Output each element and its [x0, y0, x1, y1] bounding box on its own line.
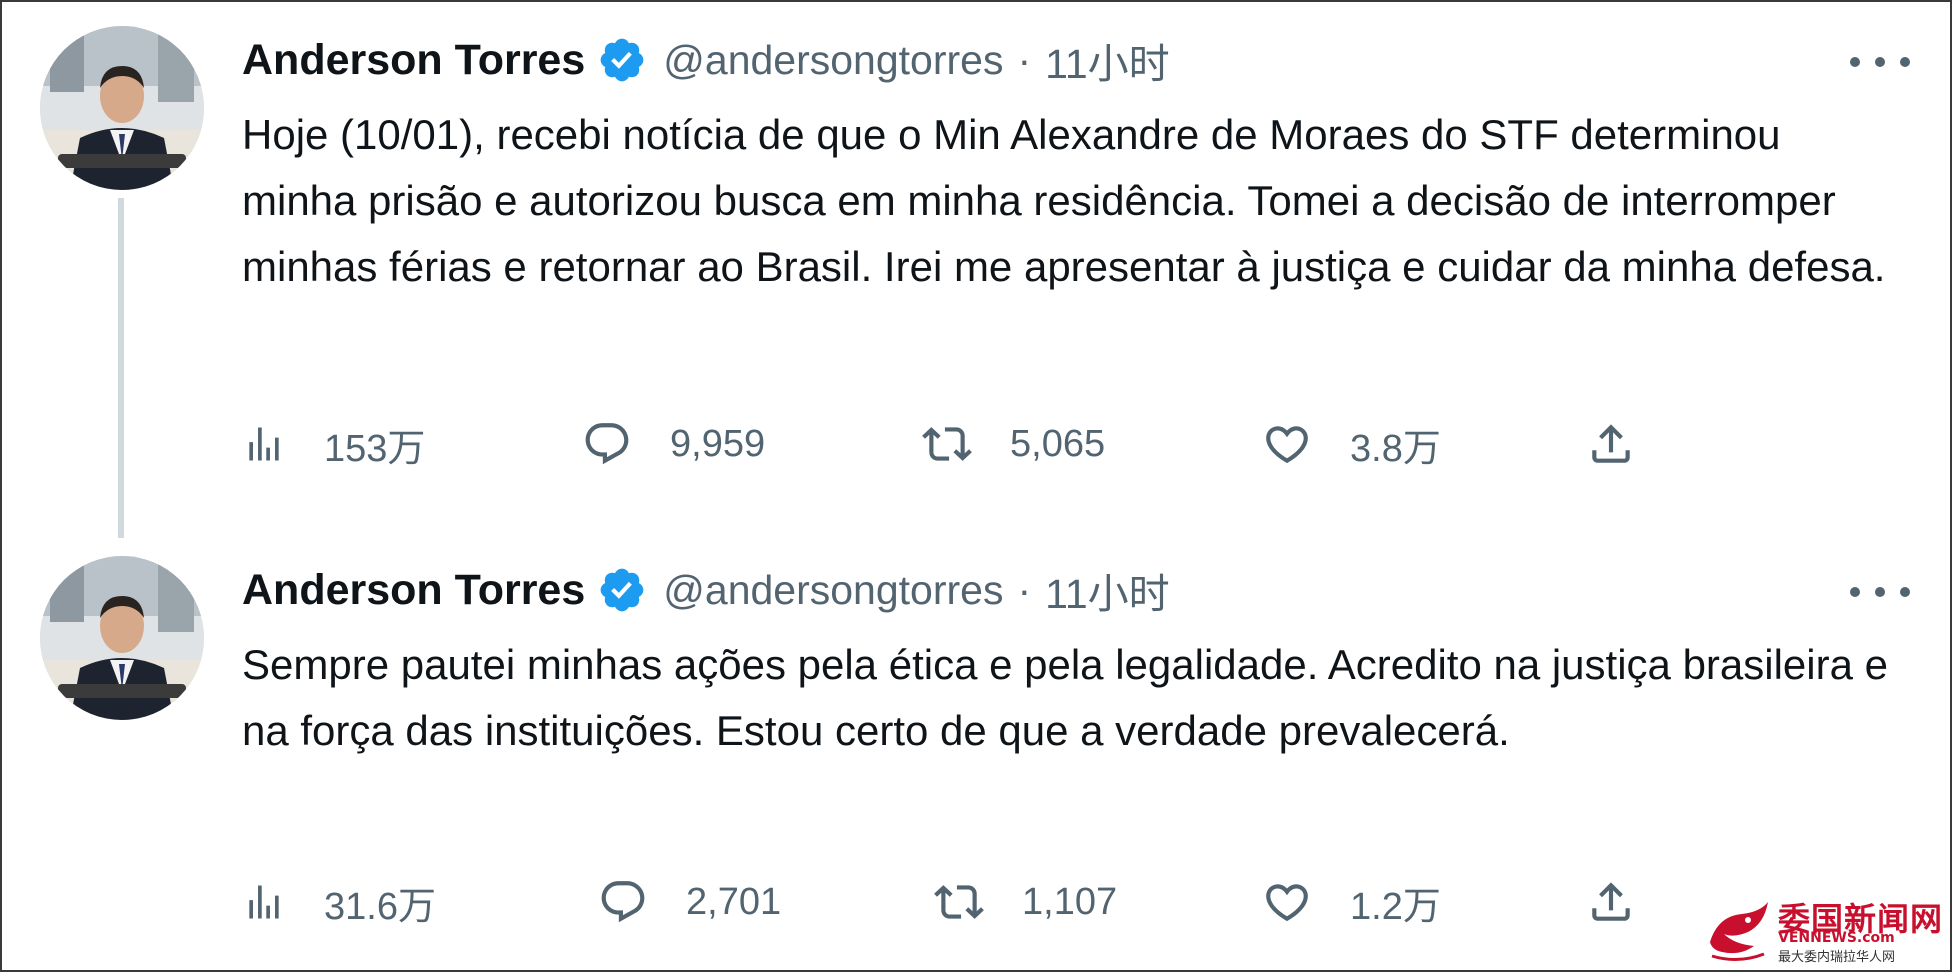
reply-icon [585, 423, 629, 465]
watermark-subtitle: 最大委内瑞拉华人网 [1778, 950, 1896, 965]
views-button[interactable]: 153万 [242, 414, 425, 474]
analytics-icon [249, 427, 279, 461]
dragon-logo-icon [1710, 902, 1768, 961]
reply-button[interactable]: 9,959 [582, 414, 765, 474]
like-button[interactable]: 1.2万 [1262, 872, 1441, 932]
avatar[interactable] [40, 556, 204, 720]
tweet[interactable]: Anderson Torres @andersongtorres · 11小时 … [2, 2, 1950, 542]
watermark-domain: VENNEWS.com [1778, 930, 1895, 946]
tweet-header: Anderson Torres @andersongtorres · 11小时 [242, 558, 1170, 622]
share-button[interactable] [1586, 872, 1636, 932]
heart-icon [1266, 884, 1308, 922]
separator-dot: · [1017, 36, 1032, 83]
separator-dot: · [1017, 566, 1032, 613]
verified-badge-icon [600, 38, 644, 82]
reply-button[interactable]: 2,701 [598, 872, 781, 932]
views-button[interactable]: 31.6万 [242, 872, 436, 932]
analytics-icon [249, 885, 279, 919]
like-count: 3.8万 [1350, 427, 1441, 470]
screenshot-frame: Anderson Torres @andersongtorres · 11小时 … [0, 0, 1952, 972]
watermark-logo: 委国新闻网 VENNEWS.com 最大委内瑞拉华人网 [1704, 890, 1944, 966]
like-count: 1.2万 [1350, 885, 1441, 928]
like-button[interactable]: 3.8万 [1262, 414, 1441, 474]
tweet[interactable]: Anderson Torres @andersongtorres · 11小时 … [2, 542, 1950, 970]
avatar[interactable] [40, 26, 204, 190]
retweet-button[interactable]: 1,107 [934, 872, 1117, 932]
more-icon[interactable] [1850, 52, 1910, 72]
display-name[interactable]: Anderson Torres [242, 566, 585, 615]
views-count: 31.6万 [324, 885, 436, 928]
verified-badge-icon [600, 568, 644, 612]
reply-count: 9,959 [670, 422, 766, 465]
thread-line [118, 198, 124, 538]
tweet-text: Hoje (10/01), recebi notícia de que o Mi… [242, 111, 1886, 290]
avatar-image [40, 26, 204, 190]
tweet-header: Anderson Torres @andersongtorres · 11小时 [242, 28, 1170, 92]
timestamp[interactable]: 11小时 [1045, 30, 1170, 90]
reply-icon [601, 881, 645, 923]
user-handle[interactable]: @andersongtorres [663, 567, 1003, 614]
retweet-button[interactable]: 5,065 [922, 414, 1105, 474]
more-icon[interactable] [1850, 582, 1910, 602]
retweet-icon [922, 427, 972, 461]
share-button[interactable] [1586, 414, 1636, 474]
display-name[interactable]: Anderson Torres [242, 36, 585, 85]
timestamp[interactable]: 11小时 [1045, 560, 1170, 620]
retweet-count: 5,065 [1010, 422, 1106, 465]
share-icon [1592, 882, 1630, 921]
retweet-icon [934, 885, 984, 919]
retweet-count: 1,107 [1022, 880, 1118, 923]
heart-icon [1266, 426, 1308, 464]
views-count: 153万 [324, 427, 426, 470]
avatar-image [40, 556, 204, 720]
tweet-text: Sempre pautei minhas ações pela ética e … [242, 641, 1888, 754]
share-icon [1592, 424, 1630, 463]
reply-count: 2,701 [686, 880, 782, 923]
user-handle[interactable]: @andersongtorres [663, 37, 1003, 84]
